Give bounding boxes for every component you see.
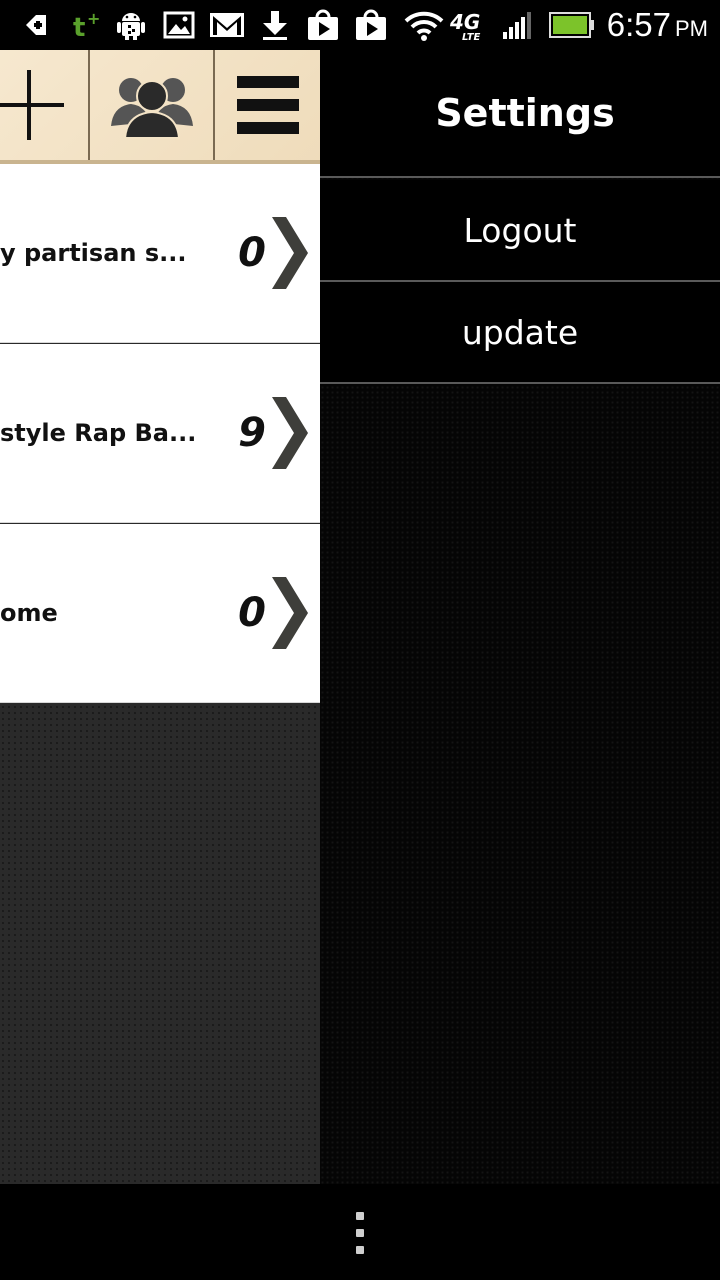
svg-text:t: t [73, 13, 85, 40]
chevron-right-icon [272, 577, 308, 649]
gallery-icon [162, 9, 196, 41]
overflow-menu-icon[interactable] [354, 1210, 366, 1256]
usb-debug-icon [20, 9, 52, 41]
list-item-count: 0 [238, 590, 266, 636]
play-store-icon [306, 9, 340, 41]
gmail-icon [208, 9, 246, 41]
list-item-title: style Rap Ba... [0, 419, 197, 447]
settings-title: Settings [320, 50, 720, 178]
plus-icon [0, 70, 64, 140]
chevron-right-icon [272, 217, 308, 289]
list-item-title: y partisan s... [0, 239, 187, 267]
tmobile-icon: t + [70, 9, 102, 41]
update-button[interactable]: update [320, 282, 720, 384]
clock-time: 6:57 [606, 6, 671, 43]
clock-ampm: PM [675, 16, 708, 41]
status-bar: t + 4G LTE 6:57 PM [0, 0, 720, 50]
menu-button[interactable] [215, 50, 320, 160]
chevron-right-icon [272, 397, 308, 469]
bottom-bar [0, 1184, 720, 1280]
settings-drawer: Settings Logout update [320, 50, 720, 1184]
menu-icon [236, 76, 299, 134]
network-type: 4G [450, 10, 481, 34]
main-panel: y partisan s... 0 style Rap Ba... 9 ome … [0, 50, 320, 1184]
toolbar [0, 50, 320, 164]
clock: 6:57 PM [607, 6, 708, 48]
list-item[interactable]: y partisan s... 0 [0, 164, 320, 343]
android-icon [114, 9, 148, 41]
battery-icon [548, 9, 596, 41]
list-item-count: 0 [238, 230, 266, 276]
add-button[interactable] [0, 50, 90, 160]
download-icon [258, 9, 292, 41]
list-item[interactable]: style Rap Ba... 9 [0, 344, 320, 523]
group-icon [110, 78, 193, 139]
play-store-icon [354, 9, 388, 41]
svg-text:+: + [87, 10, 100, 28]
groups-button[interactable] [90, 50, 215, 160]
signal-icon [500, 9, 536, 41]
list-item-title: ome [0, 599, 58, 627]
network-subtype: LTE [462, 32, 481, 43]
wifi-icon [402, 9, 446, 41]
list-item[interactable]: ome 0 [0, 524, 320, 703]
list-item-count: 9 [238, 410, 266, 456]
logout-button[interactable]: Logout [320, 180, 720, 282]
